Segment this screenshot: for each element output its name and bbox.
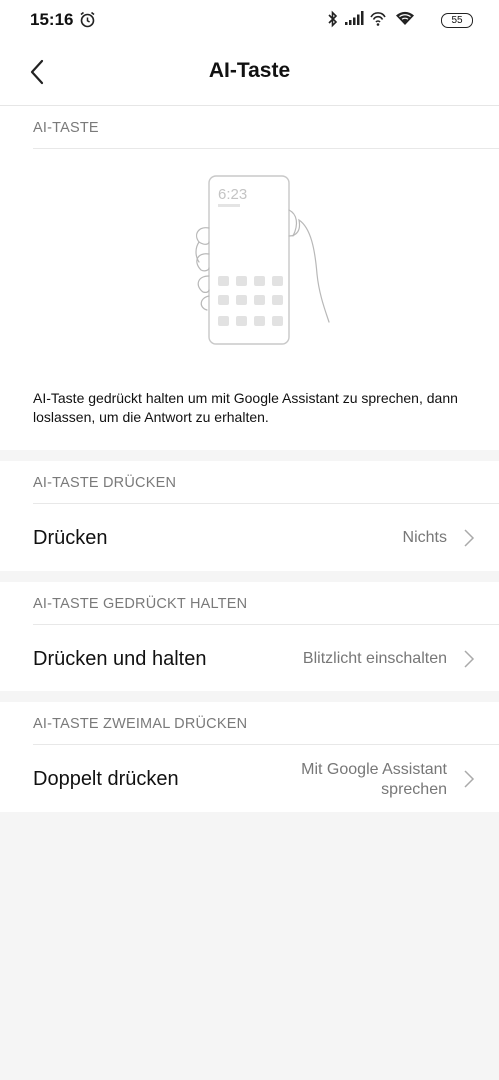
hotspot-icon	[370, 12, 386, 26]
section-title-press: AI-TASTE DRÜCKEN	[33, 461, 499, 504]
section-title-double: AI-TASTE ZWEIMAL DRÜCKEN	[33, 702, 499, 745]
chevron-right-icon	[464, 529, 475, 547]
battery-indicator: 55	[441, 13, 473, 28]
section-title-ai-button: AI-TASTE	[33, 106, 499, 149]
hold-section: AI-TASTE GEDRÜCKT HALTEN Drücken und hal…	[0, 582, 499, 691]
phone-in-hand-illustration: 6:23	[195, 175, 330, 345]
alarm-clock-icon	[80, 11, 95, 28]
double-press-label: Doppelt drücken	[33, 768, 179, 790]
press-section: AI-TASTE DRÜCKEN Drücken Nichts	[0, 461, 499, 571]
double-press-value: Mit Google Assistant sprechen	[301, 760, 447, 800]
press-label: Drücken	[33, 527, 108, 549]
hold-setting-row[interactable]: Drücken und halten Blitzlicht einschalte…	[0, 626, 499, 691]
wifi-icon	[396, 11, 414, 25]
page-title: AI-Taste	[208, 59, 291, 82]
cell-signal-icon	[345, 11, 364, 25]
press-setting-row[interactable]: Drücken Nichts	[0, 505, 499, 571]
chevron-right-icon	[464, 650, 475, 668]
status-icons: 55	[313, 10, 473, 30]
section-title-hold: AI-TASTE GEDRÜCKT HALTEN	[33, 582, 499, 625]
top-app-bar: AI-Taste	[0, 40, 499, 106]
phone-clock-text: 6:23	[218, 186, 247, 203]
hold-value: Blitzlicht einschalten	[302, 650, 447, 667]
status-bar: 15:16 55	[0, 0, 499, 40]
double-press-value-line2: sprechen	[381, 781, 447, 798]
chevron-right-icon	[464, 770, 475, 788]
status-time: 15:16	[30, 10, 74, 29]
hold-label: Drücken und halten	[33, 648, 207, 670]
press-value: Nichts	[402, 529, 447, 546]
double-press-value-line1: Mit Google Assistant	[301, 761, 447, 778]
double-press-setting-row[interactable]: Doppelt drücken Mit Google Assistant spr…	[0, 746, 499, 812]
intro-description: AI-Taste gedrückt halten um mit Google A…	[33, 390, 458, 425]
double-press-section: AI-TASTE ZWEIMAL DRÜCKEN Doppelt drücken…	[0, 702, 499, 812]
bluetooth-icon	[328, 10, 338, 28]
